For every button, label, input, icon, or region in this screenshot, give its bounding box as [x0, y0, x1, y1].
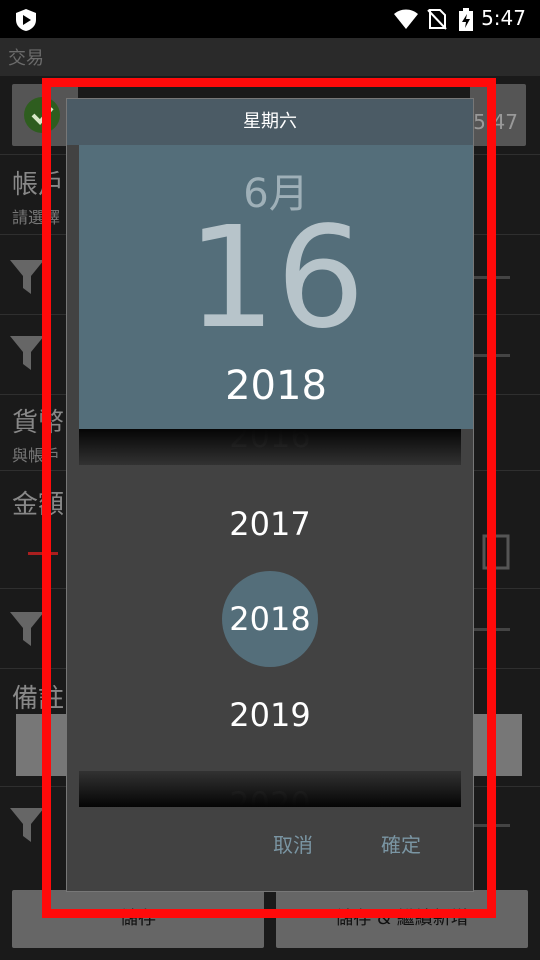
year-label[interactable]: 2018 [79, 363, 473, 409]
date-picker-dialog: 星期六 6月 16 2018 2016 2017 2018 2019 2020 … [66, 98, 474, 892]
dash [470, 824, 510, 827]
check-icon [24, 97, 60, 133]
filter-icon [10, 612, 44, 646]
clock-time: 5:47 [481, 6, 526, 30]
bg-note-label: 備註 [12, 684, 65, 714]
status-bar: 5:47 [0, 0, 540, 38]
play-badge-icon [16, 9, 36, 31]
cancel-button[interactable]: 取消 [253, 825, 333, 865]
no-sim-icon [427, 9, 447, 30]
dash [470, 276, 510, 279]
day-label[interactable]: 16 [79, 209, 473, 349]
wifi-icon [394, 9, 418, 29]
year-item-2018[interactable]: 2018 [79, 594, 461, 644]
calculator-icon [482, 534, 510, 570]
bg-currency-hint: 與帳戶 [12, 446, 61, 465]
bg-time: 5:47 [473, 110, 518, 134]
ok-button[interactable]: 確定 [361, 825, 441, 865]
bg-account-label: 帳戶 [12, 170, 65, 200]
bg-title: 交易 [0, 38, 540, 76]
bg-currency-label: 貨幣 [12, 408, 65, 438]
bg-amount-label: 金額 [12, 490, 65, 520]
bg-save-button: 儲存 [12, 890, 264, 948]
bg-account-hint: 請選擇 [12, 208, 61, 227]
filter-icon [10, 336, 44, 370]
year-list[interactable]: 2016 2017 2018 2019 2020 [79, 429, 461, 807]
year-list-top-fade [79, 429, 461, 465]
year-list-bottom-fade [79, 771, 461, 807]
minus-sign [28, 552, 58, 555]
weekday-header: 星期六 [67, 99, 473, 145]
dash [470, 628, 510, 631]
battery-charging-icon [459, 8, 473, 31]
filter-icon [10, 808, 44, 842]
filter-icon [10, 260, 44, 294]
year-item-2019[interactable]: 2019 [79, 690, 461, 740]
selected-date-panel: 6月 16 2018 [79, 145, 473, 429]
dash [470, 354, 510, 357]
year-item-2017[interactable]: 2017 [79, 499, 461, 549]
bg-save-continue-button: 儲存 & 繼續新增 [276, 890, 528, 948]
